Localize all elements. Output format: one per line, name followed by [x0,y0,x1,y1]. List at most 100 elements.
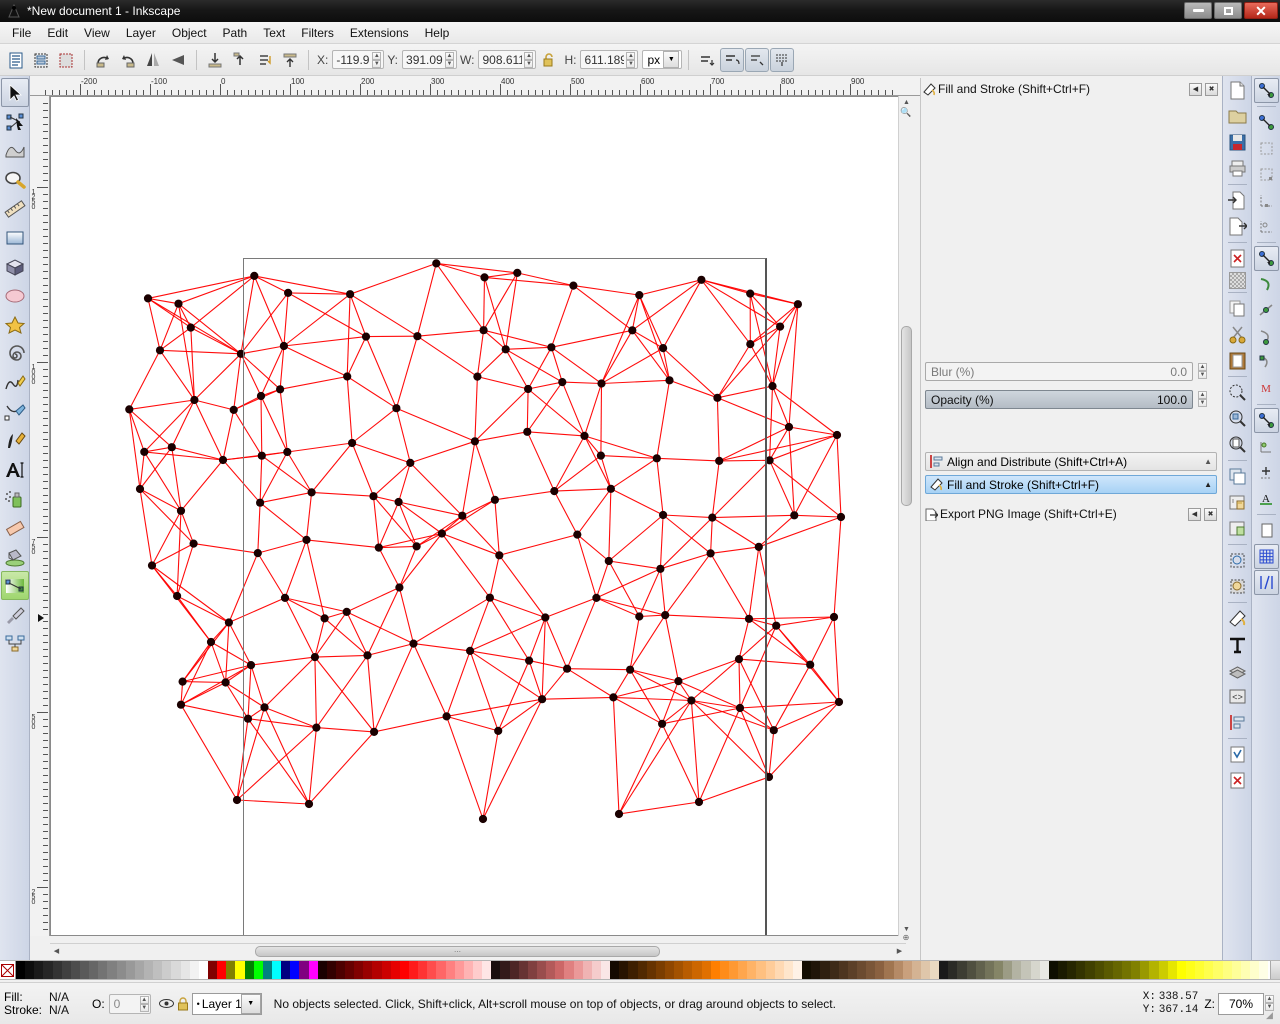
palette-swatch[interactable] [482,961,492,979]
palette-swatch[interactable] [509,961,519,979]
palette-swatch[interactable] [975,961,985,979]
width-field[interactable]: 908.611 ▲ ▼ [478,50,537,69]
measure-tool[interactable] [1,194,29,223]
palette-swatch[interactable] [710,961,720,979]
palette-swatch[interactable] [143,961,154,979]
text-tool[interactable] [1,455,29,484]
palette-swatch[interactable] [290,961,300,979]
palette-swatch[interactable] [244,961,254,979]
palette-swatch[interactable] [299,961,309,979]
palette-swatch[interactable] [381,961,391,979]
palette-scroll-arrow[interactable] [1270,961,1280,979]
zoom-input[interactable]: 70% ▲ ▼ [1218,992,1274,1015]
palette-swatch[interactable] [235,961,245,979]
palette-swatch[interactable] [207,961,218,979]
palette-swatch[interactable] [1240,961,1250,979]
palette-swatch[interactable] [728,961,739,979]
palette-swatch[interactable] [116,961,126,979]
palette-swatch[interactable] [555,961,565,979]
menu-edit[interactable]: Edit [39,24,76,42]
palette-swatch[interactable] [738,961,748,979]
palette-swatch[interactable] [43,961,53,979]
palette-swatch[interactable] [930,961,940,979]
palette-swatch[interactable] [582,961,592,979]
palette-swatch[interactable] [1067,961,1077,979]
palette-swatch[interactable] [1030,961,1040,979]
palette-swatch[interactable] [893,961,903,979]
lower-icon[interactable] [253,48,277,72]
lock-open-icon[interactable] [537,48,561,72]
palette-swatch[interactable] [1222,961,1232,979]
palette-swatch[interactable] [939,961,949,979]
palette-swatch[interactable] [866,961,876,979]
affect-stroke-width-icon[interactable] [695,48,719,72]
snap-bounding-box-icon[interactable] [1254,110,1279,135]
palette-swatch[interactable] [765,961,775,979]
palette-swatch[interactable] [1167,961,1177,979]
palette-swatch[interactable] [308,961,318,979]
affect-gradients-icon[interactable] [745,47,770,72]
palette-swatch[interactable] [1103,961,1113,979]
zoom-to-fit-icon[interactable]: ⊕ [899,930,913,944]
palette-swatch[interactable] [1012,961,1022,979]
snap-nodes-icon[interactable] [1253,246,1279,271]
palette-swatch[interactable] [1112,961,1123,979]
tweak-tool[interactable] [1,136,29,165]
clip-icon[interactable] [1225,548,1250,573]
snap-bbox-corner-icon[interactable] [1254,162,1279,187]
copy-icon[interactable] [1225,296,1250,321]
palette-swatch[interactable] [162,961,172,979]
palette-swatch[interactable] [875,961,885,979]
palette-swatch[interactable] [546,961,556,979]
dock-fill-stroke[interactable]: Fill and Stroke (Shift+Ctrl+F) ▲ [925,475,1217,494]
affect-patterns-icon[interactable] [770,47,795,72]
blur-spinner[interactable]: ▲ ▼ [1198,363,1207,379]
palette-swatch[interactable] [1039,961,1049,979]
menu-text[interactable]: Text [255,24,293,42]
palette-swatch[interactable] [1048,961,1059,979]
ellipse-tool[interactable] [1,281,29,310]
palette-swatch[interactable] [335,961,346,979]
palette-swatch[interactable] [1149,961,1159,979]
horizontal-scroll-thumb[interactable]: ⋯ [255,946,660,957]
palette-swatch[interactable] [399,961,410,979]
x-spinner[interactable]: ▲ ▼ [372,51,382,68]
resize-grip-icon[interactable]: ◢ [1266,1010,1278,1022]
palette-swatch[interactable] [1249,961,1260,979]
palette-swatch[interactable] [783,961,793,979]
palette-swatch[interactable] [463,961,474,979]
palette-swatch[interactable] [847,961,857,979]
snap-bbox-edge-icon[interactable] [1254,136,1279,161]
cut-icon[interactable] [1225,322,1250,347]
palette-swatch[interactable] [134,961,144,979]
palette-swatch[interactable] [25,961,35,979]
scroll-right-icon[interactable]: ▶ [893,944,906,957]
print-icon[interactable] [1225,156,1250,181]
palette-swatch[interactable] [966,961,976,979]
flip-vertical-icon[interactable] [166,48,190,72]
menu-file[interactable]: File [4,24,39,42]
palette-swatch[interactable] [445,961,455,979]
y-field[interactable]: 391.097 ▲▼ [402,50,458,69]
palette-swatch[interactable] [1076,961,1086,979]
paint-bucket-icon[interactable] [1,542,29,571]
canvas[interactable] [50,96,906,936]
clone-tiled-icon[interactable] [1228,272,1246,289]
palette-swatch[interactable] [564,961,574,979]
layers-icon[interactable] [1225,658,1250,683]
palette-swatch[interactable] [719,961,729,979]
palette-swatch[interactable] [281,961,291,979]
palette-swatch[interactable] [957,961,967,979]
raise-to-top-icon[interactable] [203,48,227,72]
palette-swatch[interactable] [454,961,464,979]
connector-tool[interactable] [1,629,29,658]
canvas-vertical-scrollbar[interactable]: ▲ ▼ [898,96,913,936]
menu-help[interactable]: Help [417,24,458,42]
zoom-selection-icon[interactable] [1225,380,1250,405]
palette-swatch[interactable] [1259,961,1269,979]
deselect-icon[interactable] [54,48,78,72]
palette-swatch[interactable] [262,961,272,979]
palette-swatch[interactable] [153,961,163,979]
new-document-icon[interactable] [1225,78,1250,103]
undo-history-icon[interactable] [1225,246,1250,271]
